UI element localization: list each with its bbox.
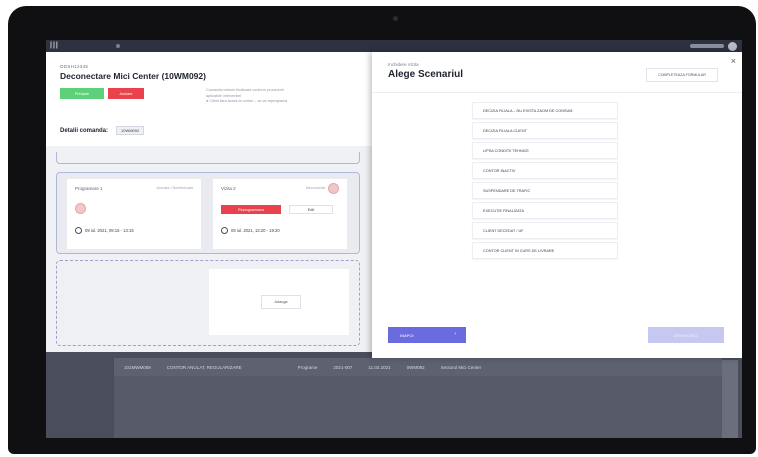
modal-title: Alege Scenariul xyxy=(388,69,464,80)
appointment-slot-1[interactable]: Programare 1 Anulata / Neefectuata 09 iu… xyxy=(67,179,201,249)
chevron-right-icon: › xyxy=(454,331,456,337)
back-button[interactable]: INAPOI › xyxy=(388,327,466,343)
back-button-label: INAPOI xyxy=(400,332,414,338)
modal-step-label: Inchidere Vizita xyxy=(388,62,419,67)
reschedule-button[interactable]: Reprogrameaza xyxy=(221,205,281,214)
user-menu-label[interactable] xyxy=(690,44,724,48)
order-details-label: Detalii comanda: xyxy=(60,128,109,134)
cancel-order-button[interactable]: Anulare xyxy=(108,88,144,99)
appointment-name: Vizita 2 xyxy=(221,186,236,191)
add-appointment-button[interactable]: Adauga xyxy=(261,295,301,309)
appointments-card: Programare 1 Anulata / Neefectuata 09 iu… xyxy=(56,172,360,254)
cell-code: 2021-007 xyxy=(333,364,353,370)
scenario-option[interactable]: DECIZIA FILIALA CLIENT xyxy=(472,122,618,139)
user-avatar-icon[interactable] xyxy=(728,42,737,51)
background-table-row[interactable]: 101MWM089 CONTOR ANULAT, REGULARIZARE Pr… xyxy=(114,358,722,376)
clock-icon xyxy=(221,227,228,234)
cell-description: CONTOR ANULAT, REGULARIZARE xyxy=(166,364,242,370)
scenario-option[interactable]: SUSPENDARE DE TRAFIC xyxy=(472,182,618,199)
scenario-option[interactable]: CONTOR INACTIV xyxy=(472,162,618,179)
scenario-option[interactable]: DECIZIA FILIALA – NU EXISTA ZAOM DE CONS… xyxy=(472,102,618,119)
close-icon[interactable]: × xyxy=(731,57,736,66)
clock-icon xyxy=(75,227,82,234)
cell-location: Sectorul Mici Center xyxy=(440,364,482,370)
scenario-option[interactable]: LIPSA CONDITII TEHNICE xyxy=(472,142,618,159)
collapsed-section[interactable] xyxy=(56,152,360,164)
scenario-list: DECIZIA FILIALA – NU EXISTA ZAOM DE CONS… xyxy=(472,102,618,262)
complete-form-button[interactable]: COMPLETEAZA FORMULAR xyxy=(646,68,718,82)
order-tag: ODSH12345 xyxy=(60,64,89,69)
choose-scenario-modal: Inchidere Vizita Alege Scenariul COMPLET… xyxy=(372,52,742,358)
laptop-frame: ||| 101MWM089 CONTOR ANULAT, REGULARIZAR… xyxy=(8,6,756,454)
take-over-button[interactable]: Preluare xyxy=(60,88,104,99)
appointment-slot-2[interactable]: Vizita 2 Neconectat Reprogrameaza Edit 0… xyxy=(213,179,347,249)
cell-type: Programe xyxy=(297,364,318,370)
order-details-panel: ODSH12345 Deconectare Mici Center (10WM0… xyxy=(46,52,372,352)
order-header: ODSH12345 Deconectare Mici Center (10WM0… xyxy=(46,52,372,146)
cell-id: 101MWM089 xyxy=(124,364,151,370)
next-button[interactable]: URMATORUL xyxy=(648,327,724,343)
empty-appointment-slot: Adauga xyxy=(209,269,349,335)
appointment-status: Anulata / Neefectuata xyxy=(156,186,193,190)
webcam xyxy=(393,16,398,21)
scenario-option[interactable]: EXECUTIE FINALIZATA xyxy=(472,202,618,219)
order-note-line: ● Client fara acces la contor – se va re… xyxy=(206,99,288,103)
appointment-name: Programare 1 xyxy=(75,186,103,191)
modal-divider xyxy=(372,92,742,93)
top-navigation-bar: ||| xyxy=(46,40,742,52)
appointment-time: 09 iul. 2021, 13:20 - 19:20 xyxy=(231,228,280,233)
background-scrollbar[interactable] xyxy=(722,360,738,438)
appointment-time: 09 iul. 2021, 09:15 - 13:15 xyxy=(85,228,134,233)
order-title: Deconectare Mici Center (10WM092) xyxy=(60,71,206,81)
technician-avatar-icon xyxy=(328,183,339,194)
app-screen: ||| 101MWM089 CONTOR ANULAT, REGULARIZAR… xyxy=(46,40,742,438)
new-appointment-dropzone: Adauga xyxy=(56,260,360,346)
technician-avatar-icon xyxy=(75,203,86,214)
edit-appointment-button[interactable]: Edit xyxy=(289,205,333,214)
scenario-option[interactable]: CONTOR CLIENT IN CURS DE LIVRARE xyxy=(472,242,618,259)
appointment-status: Neconectat xyxy=(305,186,325,190)
order-note: Comanda trebuie finalizata conform proce… xyxy=(206,88,356,105)
app-logo[interactable]: ||| xyxy=(50,42,59,49)
cell-meter: 0WM092 xyxy=(406,364,425,370)
order-details-chip[interactable]: 10WM092 xyxy=(116,126,145,135)
menu-icon[interactable] xyxy=(116,44,120,48)
scenario-option[interactable]: CLIENT DECEDAT / UF xyxy=(472,222,618,239)
cell-date: 11.02.2021 xyxy=(368,364,391,370)
